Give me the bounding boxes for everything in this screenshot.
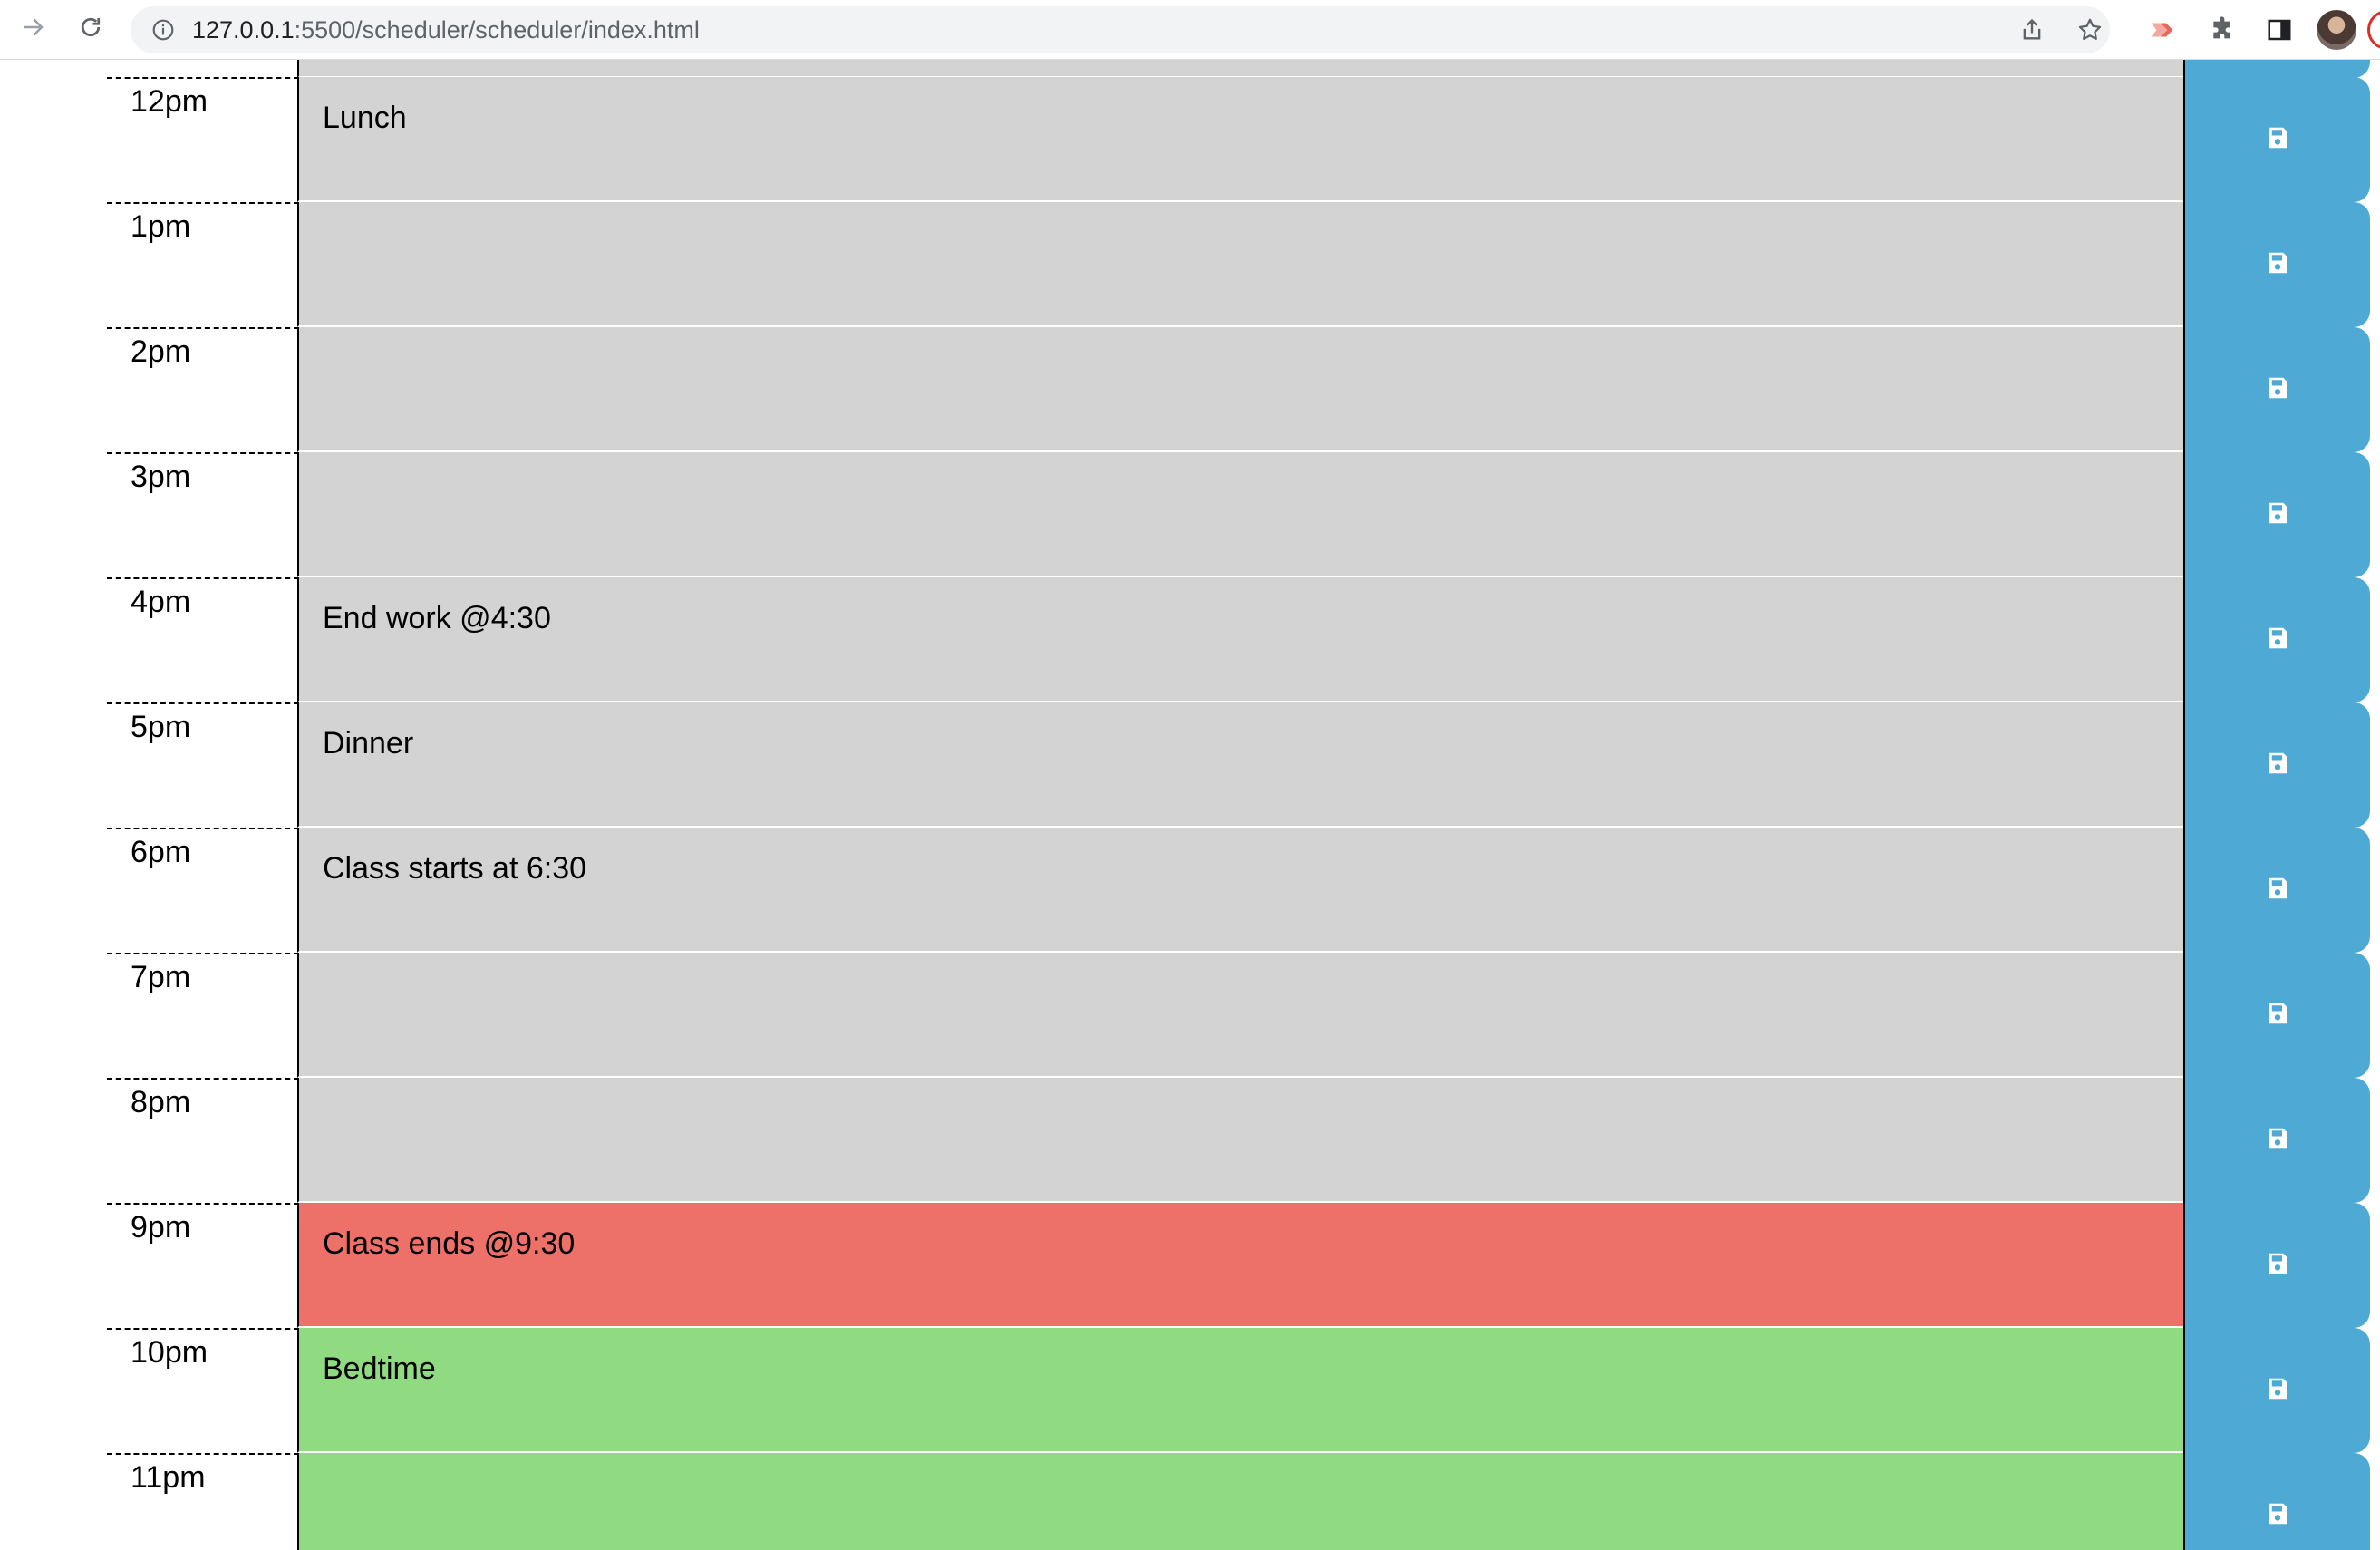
scheduler: 12pm Lunch 1pm 2pm 3pm 4pm End work @4:30 5pm Di… (0, 60, 2380, 1550)
save-icon (2264, 249, 2291, 280)
event-description-textarea[interactable] (297, 327, 2183, 452)
time-block-11pm: 11pm (0, 1453, 2380, 1550)
save-button[interactable] (2183, 202, 2370, 327)
event-description-textarea[interactable] (297, 1453, 2183, 1550)
time-block-5pm: 5pm Dinner (0, 702, 2380, 828)
event-description-textarea[interactable]: Class ends @9:30 (297, 1203, 2183, 1328)
time-block-7pm: 7pm (0, 953, 2380, 1078)
save-button[interactable] (2183, 327, 2370, 452)
url-text[interactable]: 127.0.0.1:5500/scheduler/scheduler/index… (192, 6, 700, 53)
hour-label: 9pm (107, 1203, 299, 1328)
save-button[interactable] (2183, 452, 2370, 577)
save-icon (2264, 625, 2291, 655)
hour-label: 12pm (107, 77, 299, 202)
event-description-textarea[interactable]: End work @4:30 (297, 577, 2183, 702)
info-icon[interactable] (150, 17, 176, 43)
time-block-8pm: 8pm (0, 1078, 2380, 1203)
hour-label: 11pm (107, 1453, 299, 1550)
previous-row-save-button[interactable] (2183, 60, 2370, 78)
hour-label: 3pm (107, 452, 299, 577)
event-description-textarea[interactable] (297, 1078, 2183, 1203)
time-block-12pm: 12pm Lunch (0, 77, 2380, 202)
hour-label: 2pm (107, 327, 299, 452)
save-icon (2264, 1125, 2291, 1156)
url-host: 127.0.0.1 (192, 16, 295, 44)
puzzle-icon[interactable] (2204, 11, 2242, 49)
save-button[interactable] (2183, 1078, 2370, 1203)
time-block-6pm: 6pm Class starts at 6:30 (0, 828, 2380, 953)
save-button[interactable] (2183, 1453, 2370, 1550)
save-button[interactable] (2183, 77, 2370, 202)
time-block-2pm: 2pm (0, 327, 2380, 452)
browser-toolbar: 127.0.0.1:5500/scheduler/scheduler/index… (0, 0, 2380, 60)
time-block-10pm: 10pm Bedtime (0, 1328, 2380, 1453)
save-button[interactable] (2183, 1203, 2370, 1328)
hour-label: 1pm (107, 202, 299, 327)
hour-label: 5pm (107, 702, 299, 828)
back-button[interactable] (13, 9, 53, 49)
ext-arrow-icon[interactable] (2144, 11, 2182, 49)
hour-label: 6pm (107, 828, 299, 953)
hour-label: 4pm (107, 577, 299, 702)
save-icon (2264, 499, 2291, 530)
event-description-textarea[interactable] (297, 452, 2183, 577)
event-description-textarea[interactable]: Dinner (297, 702, 2183, 828)
side-panel-icon[interactable] (2260, 11, 2298, 49)
save-icon (2264, 124, 2291, 155)
time-block-3pm: 3pm (0, 452, 2380, 577)
save-icon (2264, 1375, 2291, 1406)
previous-row-description[interactable] (297, 60, 2183, 78)
event-description-textarea[interactable] (297, 953, 2183, 1078)
save-button[interactable] (2183, 577, 2370, 702)
event-description-textarea[interactable]: Lunch (297, 77, 2183, 202)
save-icon (2264, 1000, 2291, 1031)
time-block-9pm: 9pm Class ends @9:30 (0, 1203, 2380, 1328)
event-description-textarea[interactable]: Bedtime (297, 1328, 2183, 1453)
time-block-4pm: 4pm End work @4:30 (0, 577, 2380, 702)
hour-label: 7pm (107, 953, 299, 1078)
save-button[interactable] (2183, 702, 2370, 828)
save-button[interactable] (2183, 1328, 2370, 1453)
time-block-1pm: 1pm (0, 202, 2380, 327)
avatar[interactable] (2317, 10, 2356, 50)
reload-button[interactable] (71, 9, 111, 49)
hour-label: 8pm (107, 1078, 299, 1203)
arrow-left-icon (19, 14, 46, 44)
save-icon (2264, 875, 2291, 906)
reload-icon (77, 14, 104, 44)
star-icon[interactable] (2075, 15, 2104, 44)
save-icon (2264, 1250, 2291, 1281)
address-bar[interactable]: 127.0.0.1:5500/scheduler/scheduler/index… (131, 6, 2110, 53)
url-path: :5500/scheduler/scheduler/index.html (294, 16, 700, 44)
event-description-textarea[interactable] (297, 202, 2183, 327)
share-icon[interactable] (2017, 15, 2046, 44)
save-icon (2264, 374, 2291, 405)
save-icon (2264, 750, 2291, 780)
profile-alert-icon[interactable] (2367, 10, 2380, 50)
save-button[interactable] (2183, 828, 2370, 953)
save-button[interactable] (2183, 953, 2370, 1078)
event-description-textarea[interactable]: Class starts at 6:30 (297, 828, 2183, 953)
hour-label: 10pm (107, 1328, 299, 1453)
save-icon (2264, 1500, 2291, 1531)
